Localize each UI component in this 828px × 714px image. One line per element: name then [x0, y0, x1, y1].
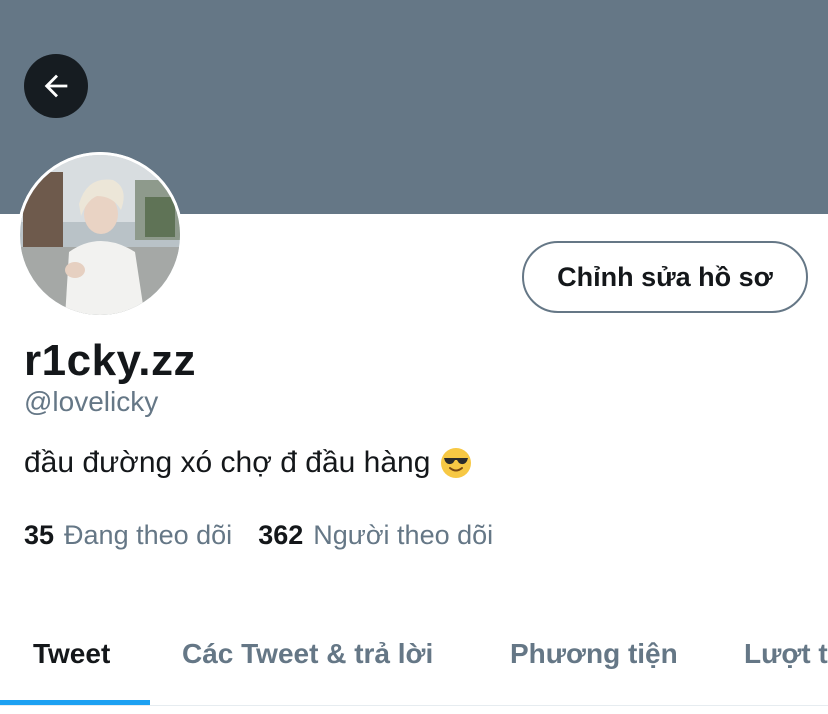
follow-stats: 35 Đang theo dõi 362 Người theo dõi: [24, 520, 493, 551]
followers-count: 362: [258, 520, 304, 550]
edit-profile-button[interactable]: Chỉnh sửa hồ sơ: [522, 241, 808, 313]
display-name: r1cky.zz: [24, 336, 196, 385]
tab-tweets[interactable]: Tweet: [33, 638, 110, 670]
arrow-left-icon: [44, 74, 68, 98]
user-handle: @lovelicky: [24, 386, 159, 417]
tab-tweets-and-replies[interactable]: Các Tweet & trả lời: [182, 638, 433, 670]
avatar[interactable]: [17, 152, 183, 318]
tab-likes[interactable]: Lượt t: [744, 638, 828, 670]
profile-page: Chỉnh sửa hồ sơ r1cky.zz @lovelicky đầu …: [0, 0, 828, 714]
followers-stat[interactable]: 362 Người theo dõi: [258, 520, 493, 551]
following-stat[interactable]: 35 Đang theo dõi: [24, 520, 232, 551]
following-count: 35: [24, 520, 55, 550]
tab-media[interactable]: Phương tiện: [510, 638, 678, 670]
back-button[interactable]: [24, 54, 88, 118]
bio-text: đầu đường xó chợ đ đầu hàng: [24, 446, 431, 479]
profile-tabs: Tweet Các Tweet & trả lời Phương tiện Lư…: [0, 598, 828, 714]
smiling-face-with-sunglasses-icon: [441, 448, 472, 478]
followers-label: Người theo dõi: [313, 520, 494, 550]
tabs-divider: [0, 705, 828, 706]
following-label: Đang theo dõi: [64, 520, 233, 550]
bio: đầu đường xó chợ đ đầu hàng: [24, 446, 472, 480]
